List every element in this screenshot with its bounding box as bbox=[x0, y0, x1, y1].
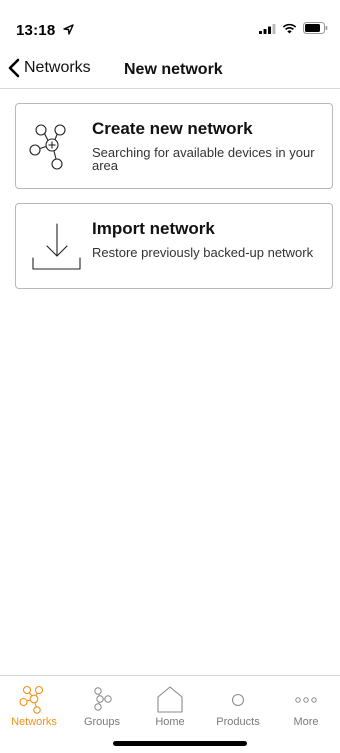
home-indicator[interactable] bbox=[113, 741, 247, 746]
tab-home[interactable]: Home bbox=[136, 676, 204, 736]
tab-networks-label: Networks bbox=[11, 716, 57, 728]
tab-networks[interactable]: Networks bbox=[0, 676, 68, 736]
networks-icon bbox=[19, 685, 44, 714]
import-network-description: Restore previously backed-up network bbox=[92, 245, 314, 260]
create-network-title: Create new network bbox=[92, 119, 253, 138]
create-network-description: Searching for available devices in your … bbox=[92, 145, 315, 173]
location-arrow-icon bbox=[63, 24, 74, 35]
battery-icon bbox=[303, 22, 328, 34]
status-bar: 13:18 bbox=[0, 0, 340, 48]
wifi-icon bbox=[282, 23, 297, 33]
tab-products[interactable]: Products bbox=[204, 676, 272, 736]
back-button[interactable]: Networks bbox=[8, 58, 91, 78]
nav-divider bbox=[0, 88, 340, 89]
status-time: 13:18 bbox=[16, 22, 74, 39]
chevron-left-icon bbox=[8, 58, 20, 78]
navigation-bar: Networks New network bbox=[0, 52, 340, 88]
products-icon bbox=[232, 694, 244, 706]
import-download-icon bbox=[32, 223, 81, 270]
network-add-icon bbox=[29, 124, 66, 170]
back-button-label: Networks bbox=[24, 59, 91, 76]
tab-more-label: More bbox=[293, 716, 319, 728]
tab-groups[interactable]: Groups bbox=[68, 676, 136, 736]
import-network-title: Import network bbox=[92, 219, 215, 238]
more-icon bbox=[295, 697, 317, 703]
tab-home-label: Home bbox=[155, 716, 185, 728]
signal-icon bbox=[259, 23, 276, 34]
page-title: New network bbox=[124, 61, 223, 78]
tab-more[interactable]: More bbox=[272, 676, 340, 736]
status-time-text: 13:18 bbox=[16, 22, 56, 39]
create-network-card[interactable]: Create new network Searching for availab… bbox=[15, 103, 333, 189]
import-network-card[interactable]: Import network Restore previously backed… bbox=[15, 203, 333, 289]
status-icons bbox=[259, 22, 328, 34]
home-icon bbox=[157, 686, 183, 713]
tab-groups-label: Groups bbox=[83, 716, 121, 728]
groups-icon bbox=[94, 687, 112, 711]
tab-products-label: Products bbox=[216, 716, 260, 728]
